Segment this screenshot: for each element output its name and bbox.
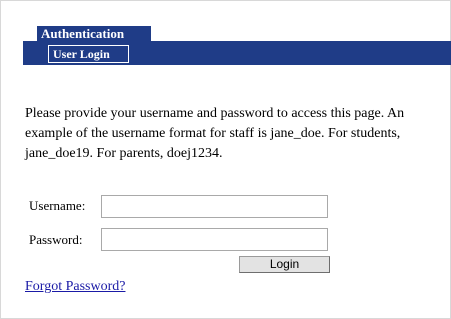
login-page: Authentication User Login Please provide… [0,0,451,319]
password-label: Password: [29,232,83,247]
forgot-password-link[interactable]: Forgot Password? [25,278,125,296]
login-instructions: Please provide your username and passwor… [25,106,405,161]
login-button[interactable]: Login [239,256,330,273]
username-field[interactable] [101,195,328,218]
tab-authentication[interactable]: Authentication [37,26,151,41]
password-field[interactable] [101,228,328,251]
username-label: Username: [29,198,86,213]
tab-user-login[interactable]: User Login [48,45,129,63]
